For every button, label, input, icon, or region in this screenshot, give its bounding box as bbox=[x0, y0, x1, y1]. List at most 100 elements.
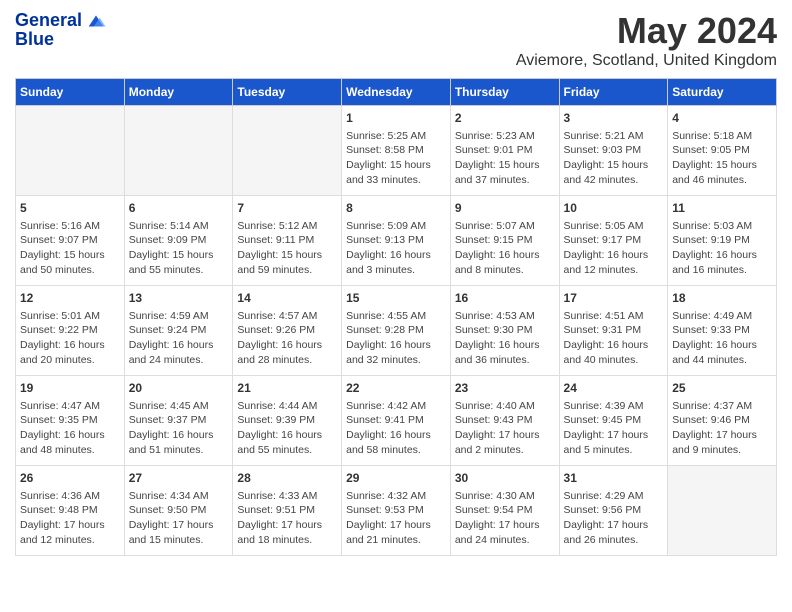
calendar-cell: 8Sunrise: 5:09 AM Sunset: 9:13 PM Daylig… bbox=[342, 196, 451, 286]
day-number: 28 bbox=[237, 470, 337, 487]
day-number: 5 bbox=[20, 200, 120, 217]
day-number: 14 bbox=[237, 290, 337, 307]
calendar-cell: 25Sunrise: 4:37 AM Sunset: 9:46 PM Dayli… bbox=[668, 376, 777, 466]
calendar-cell: 4 Sunrise: 5:18 AM Sunset: 9:05 PM Daylig… bbox=[668, 106, 777, 196]
day-number: 12 bbox=[20, 290, 120, 307]
day-header-saturday: Saturday bbox=[668, 79, 777, 106]
day-info: Sunrise: 5:21 AM Sunset: 9:03 PM Dayligh… bbox=[564, 129, 664, 188]
day-number: 31 bbox=[564, 470, 664, 487]
day-number: 20 bbox=[129, 380, 229, 397]
day-info: Sunrise: 4:33 AM Sunset: 9:51 PM Dayligh… bbox=[237, 489, 337, 548]
calendar-cell: 21Sunrise: 4:44 AM Sunset: 9:39 PM Dayli… bbox=[233, 376, 342, 466]
week-row-1: 1 Sunrise: 5:25 AM Sunset: 8:58 PM Daylig… bbox=[16, 106, 777, 196]
page-header: General Blue May 2024 Aviemore, Scotland… bbox=[15, 10, 777, 70]
day-info: Sunrise: 5:16 AM Sunset: 9:07 PM Dayligh… bbox=[20, 219, 120, 278]
day-number: 24 bbox=[564, 380, 664, 397]
calendar-cell: 15 Sunrise: 4:55 AM Sunset: 9:28 PM Dayli… bbox=[342, 286, 451, 376]
calendar-cell: 1 Sunrise: 5:25 AM Sunset: 8:58 PM Daylig… bbox=[342, 106, 451, 196]
day-info: Sunrise: 5:01 AM Sunset: 9:22 PM Dayligh… bbox=[20, 309, 120, 368]
day-info: Sunrise: 4:47 AM Sunset: 9:35 PM Dayligh… bbox=[20, 399, 120, 458]
day-info: Sunrise: 4:30 AM Sunset: 9:54 PM Dayligh… bbox=[455, 489, 555, 548]
calendar-cell: 20 Sunrise: 4:45 AM Sunset: 9:37 PM Dayli… bbox=[124, 376, 233, 466]
calendar-cell: 13 Sunrise: 4:59 AM Sunset: 9:24 PM Dayli… bbox=[124, 286, 233, 376]
day-number: 30 bbox=[455, 470, 555, 487]
day-number: 3 bbox=[564, 110, 664, 127]
day-number: 2 bbox=[455, 110, 555, 127]
calendar-cell: 10 Sunrise: 5:05 AM Sunset: 9:17 PM Dayli… bbox=[559, 196, 668, 286]
calendar-cell: 23Sunrise: 4:40 AM Sunset: 9:43 PM Dayli… bbox=[450, 376, 559, 466]
calendar-cell: 12 Sunrise: 5:01 AM Sunset: 9:22 PM Dayli… bbox=[16, 286, 125, 376]
day-header-monday: Monday bbox=[124, 79, 233, 106]
week-row-3: 12 Sunrise: 5:01 AM Sunset: 9:22 PM Dayli… bbox=[16, 286, 777, 376]
day-number: 4 bbox=[672, 110, 772, 127]
day-number: 11 bbox=[672, 200, 772, 217]
day-info: Sunrise: 4:39 AM Sunset: 9:45 PM Dayligh… bbox=[564, 399, 664, 458]
day-header-sunday: Sunday bbox=[16, 79, 125, 106]
day-number: 18 bbox=[672, 290, 772, 307]
day-number: 13 bbox=[129, 290, 229, 307]
day-header-wednesday: Wednesday bbox=[342, 79, 451, 106]
day-number: 19 bbox=[20, 380, 120, 397]
calendar-cell: 14Sunrise: 4:57 AM Sunset: 9:26 PM Dayli… bbox=[233, 286, 342, 376]
title-area: May 2024 Aviemore, Scotland, United King… bbox=[516, 10, 777, 70]
day-info: Sunrise: 4:49 AM Sunset: 9:33 PM Dayligh… bbox=[672, 309, 772, 368]
day-info: Sunrise: 4:53 AM Sunset: 9:30 PM Dayligh… bbox=[455, 309, 555, 368]
day-info: Sunrise: 5:25 AM Sunset: 8:58 PM Dayligh… bbox=[346, 129, 446, 188]
day-info: Sunrise: 4:34 AM Sunset: 9:50 PM Dayligh… bbox=[129, 489, 229, 548]
day-number: 22 bbox=[346, 380, 446, 397]
day-number: 15 bbox=[346, 290, 446, 307]
day-info: Sunrise: 5:09 AM Sunset: 9:13 PM Dayligh… bbox=[346, 219, 446, 278]
calendar-cell: 7Sunrise: 5:12 AM Sunset: 9:11 PM Daylig… bbox=[233, 196, 342, 286]
day-info: Sunrise: 4:51 AM Sunset: 9:31 PM Dayligh… bbox=[564, 309, 664, 368]
day-info: Sunrise: 4:32 AM Sunset: 9:53 PM Dayligh… bbox=[346, 489, 446, 548]
calendar-table: SundayMondayTuesdayWednesdayThursdayFrid… bbox=[15, 78, 777, 556]
main-title: May 2024 bbox=[516, 10, 777, 52]
day-info: Sunrise: 4:55 AM Sunset: 9:28 PM Dayligh… bbox=[346, 309, 446, 368]
calendar-cell: 18 Sunrise: 4:49 AM Sunset: 9:33 PM Dayli… bbox=[668, 286, 777, 376]
day-info: Sunrise: 4:45 AM Sunset: 9:37 PM Dayligh… bbox=[129, 399, 229, 458]
logo: General Blue bbox=[15, 10, 107, 50]
day-number: 16 bbox=[455, 290, 555, 307]
logo-text-line2: Blue bbox=[15, 29, 107, 50]
calendar-cell bbox=[124, 106, 233, 196]
calendar-cell: 9Sunrise: 5:07 AM Sunset: 9:15 PM Daylig… bbox=[450, 196, 559, 286]
day-info: Sunrise: 4:40 AM Sunset: 9:43 PM Dayligh… bbox=[455, 399, 555, 458]
week-row-4: 19 Sunrise: 4:47 AM Sunset: 9:35 PM Dayli… bbox=[16, 376, 777, 466]
calendar-cell: 11 Sunrise: 5:03 AM Sunset: 9:19 PM Dayli… bbox=[668, 196, 777, 286]
day-header-thursday: Thursday bbox=[450, 79, 559, 106]
calendar-cell: 22 Sunrise: 4:42 AM Sunset: 9:41 PM Dayli… bbox=[342, 376, 451, 466]
day-number: 25 bbox=[672, 380, 772, 397]
calendar-cell bbox=[668, 466, 777, 556]
calendar-cell bbox=[233, 106, 342, 196]
day-number: 10 bbox=[564, 200, 664, 217]
day-info: Sunrise: 5:14 AM Sunset: 9:09 PM Dayligh… bbox=[129, 219, 229, 278]
calendar-cell: 31 Sunrise: 4:29 AM Sunset: 9:56 PM Dayli… bbox=[559, 466, 668, 556]
day-info: Sunrise: 5:18 AM Sunset: 9:05 PM Dayligh… bbox=[672, 129, 772, 188]
day-header-tuesday: Tuesday bbox=[233, 79, 342, 106]
calendar-cell: 24 Sunrise: 4:39 AM Sunset: 9:45 PM Dayli… bbox=[559, 376, 668, 466]
week-row-2: 5 Sunrise: 5:16 AM Sunset: 9:07 PM Daylig… bbox=[16, 196, 777, 286]
day-info: Sunrise: 4:29 AM Sunset: 9:56 PM Dayligh… bbox=[564, 489, 664, 548]
calendar-cell: 19 Sunrise: 4:47 AM Sunset: 9:35 PM Dayli… bbox=[16, 376, 125, 466]
calendar-cell: 26Sunrise: 4:36 AM Sunset: 9:48 PM Dayli… bbox=[16, 466, 125, 556]
day-number: 1 bbox=[346, 110, 446, 127]
calendar-header-row: SundayMondayTuesdayWednesdayThursdayFrid… bbox=[16, 79, 777, 106]
day-number: 7 bbox=[237, 200, 337, 217]
calendar-cell: 5 Sunrise: 5:16 AM Sunset: 9:07 PM Daylig… bbox=[16, 196, 125, 286]
calendar-cell: 28 Sunrise: 4:33 AM Sunset: 9:51 PM Dayli… bbox=[233, 466, 342, 556]
day-header-friday: Friday bbox=[559, 79, 668, 106]
calendar-cell bbox=[16, 106, 125, 196]
day-info: Sunrise: 4:44 AM Sunset: 9:39 PM Dayligh… bbox=[237, 399, 337, 458]
subtitle: Aviemore, Scotland, United Kingdom bbox=[516, 52, 777, 70]
day-info: Sunrise: 5:03 AM Sunset: 9:19 PM Dayligh… bbox=[672, 219, 772, 278]
day-number: 26 bbox=[20, 470, 120, 487]
day-info: Sunrise: 4:42 AM Sunset: 9:41 PM Dayligh… bbox=[346, 399, 446, 458]
calendar-cell: 30 Sunrise: 4:30 AM Sunset: 9:54 PM Dayli… bbox=[450, 466, 559, 556]
day-number: 6 bbox=[129, 200, 229, 217]
calendar-cell: 6 Sunrise: 5:14 AM Sunset: 9:09 PM Daylig… bbox=[124, 196, 233, 286]
calendar-cell: 17Sunrise: 4:51 AM Sunset: 9:31 PM Dayli… bbox=[559, 286, 668, 376]
day-info: Sunrise: 4:59 AM Sunset: 9:24 PM Dayligh… bbox=[129, 309, 229, 368]
day-info: Sunrise: 5:05 AM Sunset: 9:17 PM Dayligh… bbox=[564, 219, 664, 278]
calendar-cell: 29Sunrise: 4:32 AM Sunset: 9:53 PM Dayli… bbox=[342, 466, 451, 556]
calendar-cell: 2Sunrise: 5:23 AM Sunset: 9:01 PM Daylig… bbox=[450, 106, 559, 196]
